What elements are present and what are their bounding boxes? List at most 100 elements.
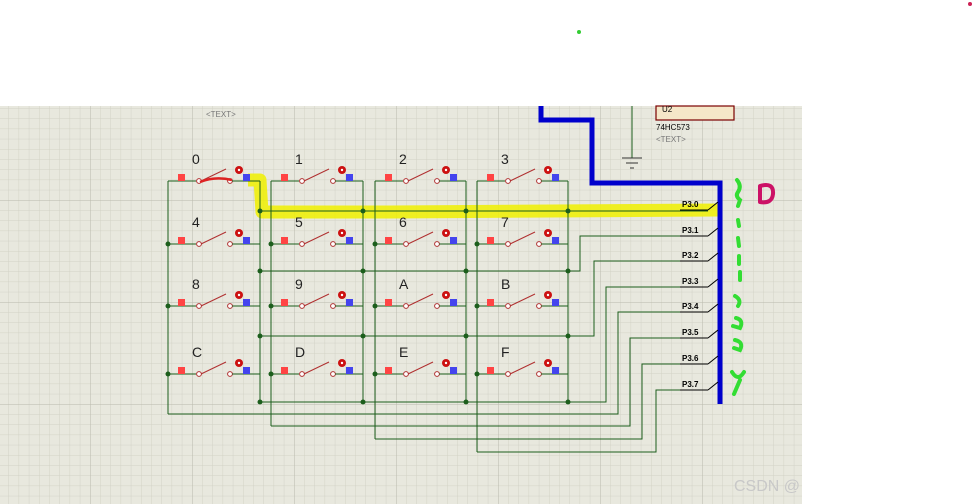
actuator-knob-center (237, 361, 241, 365)
junction-dot (565, 399, 571, 405)
pin-marker-red (385, 174, 392, 181)
chip-ref: U2 (662, 105, 673, 114)
schematic-canvas: <TEXT> U2 74HC573 <TEXT> 0 1 2 3 4 5 6 7 8 9 A B C D E… (0, 2, 972, 504)
pin-marker-blue (450, 367, 457, 374)
switch-contact (434, 178, 440, 184)
junction-dot (565, 268, 571, 274)
key-label: D (295, 344, 305, 360)
actuator-knob-center (340, 361, 344, 365)
pin-marker-red (487, 367, 494, 374)
text-placeholder-left: <TEXT> (206, 110, 236, 119)
key-label: F (501, 344, 510, 360)
actuator-knob-center (340, 293, 344, 297)
actuator-knob-center (444, 231, 448, 235)
key-label: 2 (399, 151, 407, 167)
junction-dot (360, 333, 366, 339)
pin-label: P3.6 (682, 354, 699, 363)
key-label: 3 (501, 151, 509, 167)
pin-marker-red (281, 367, 288, 374)
junction-dot (463, 333, 469, 339)
switch-contact (505, 303, 511, 309)
switch-contact (536, 178, 542, 184)
switch-contact (505, 178, 511, 184)
pin-marker-red (385, 299, 392, 306)
pin-marker-blue (552, 299, 559, 306)
pin-marker-blue (346, 174, 353, 181)
switch-contact (403, 303, 409, 309)
pin-marker-red (178, 367, 185, 374)
actuator-knob-center (444, 361, 448, 365)
junction-dot (360, 268, 366, 274)
pin-marker-blue (450, 299, 457, 306)
switch-contact (299, 241, 305, 247)
key-label: A (399, 276, 409, 292)
watermark: CSDN @ (734, 478, 801, 495)
switch-contact (196, 371, 202, 377)
key-label: 4 (192, 214, 200, 230)
switch-contact (196, 241, 202, 247)
pin-marker-red (178, 174, 185, 181)
switch-contact (299, 371, 305, 377)
switch-contact (505, 371, 511, 377)
pin-marker-blue (346, 237, 353, 244)
key-label: C (192, 344, 202, 360)
pin-marker-blue (552, 237, 559, 244)
pin-marker-red (385, 367, 392, 374)
actuator-knob-center (340, 231, 344, 235)
pin-label: P3.2 (682, 251, 699, 260)
junction-dot (257, 208, 263, 214)
key-label: 6 (399, 214, 407, 230)
switch-contact (434, 241, 440, 247)
pin-marker-blue (552, 174, 559, 181)
key-label: 1 (295, 151, 303, 167)
actuator-knob-center (340, 168, 344, 172)
junction-dot (463, 208, 469, 214)
switch-contact (299, 178, 305, 184)
pin-marker-blue (346, 299, 353, 306)
switch-contact (330, 241, 336, 247)
actuator-knob-center (546, 168, 550, 172)
key-label: 7 (501, 214, 509, 230)
key-label: 0 (192, 151, 200, 167)
actuator-knob-center (444, 168, 448, 172)
pin-label: P3.4 (682, 302, 699, 311)
pin-marker-red (281, 299, 288, 306)
actuator-knob-center (546, 361, 550, 365)
pin-marker-red (178, 237, 185, 244)
pin-marker-red (281, 174, 288, 181)
switch-contact (227, 371, 233, 377)
key-label: E (399, 344, 408, 360)
stray-dot-green (577, 30, 581, 34)
switch-contact (330, 371, 336, 377)
junction-dot (565, 208, 571, 214)
junction-dot (360, 399, 366, 405)
pin-label: P3.3 (682, 277, 699, 286)
junction-dot (257, 333, 263, 339)
switch-contact (536, 371, 542, 377)
pin-marker-red (487, 237, 494, 244)
junction-dot (360, 208, 366, 214)
pin-marker-red (281, 237, 288, 244)
switch-contact (196, 303, 202, 309)
pin-marker-blue (552, 367, 559, 374)
switch-contact (330, 178, 336, 184)
switch-contact (227, 303, 233, 309)
pin-marker-red (178, 299, 185, 306)
switch-contact (403, 178, 409, 184)
pin-marker-blue (450, 237, 457, 244)
pin-marker-blue (243, 367, 250, 374)
actuator-knob-center (546, 293, 550, 297)
actuator-knob-center (237, 168, 241, 172)
text-placeholder-chip: <TEXT> (656, 135, 686, 144)
junction-dot (463, 268, 469, 274)
chip-part: 74HC573 (656, 123, 690, 132)
junction-dot (565, 333, 571, 339)
pin-marker-blue (243, 237, 250, 244)
switch-contact (536, 303, 542, 309)
pin-marker-blue (243, 299, 250, 306)
switch-contact (434, 303, 440, 309)
pin-label: P3.5 (682, 328, 699, 337)
key-label: 5 (295, 214, 303, 230)
switch-contact (330, 303, 336, 309)
key-label: 8 (192, 276, 200, 292)
